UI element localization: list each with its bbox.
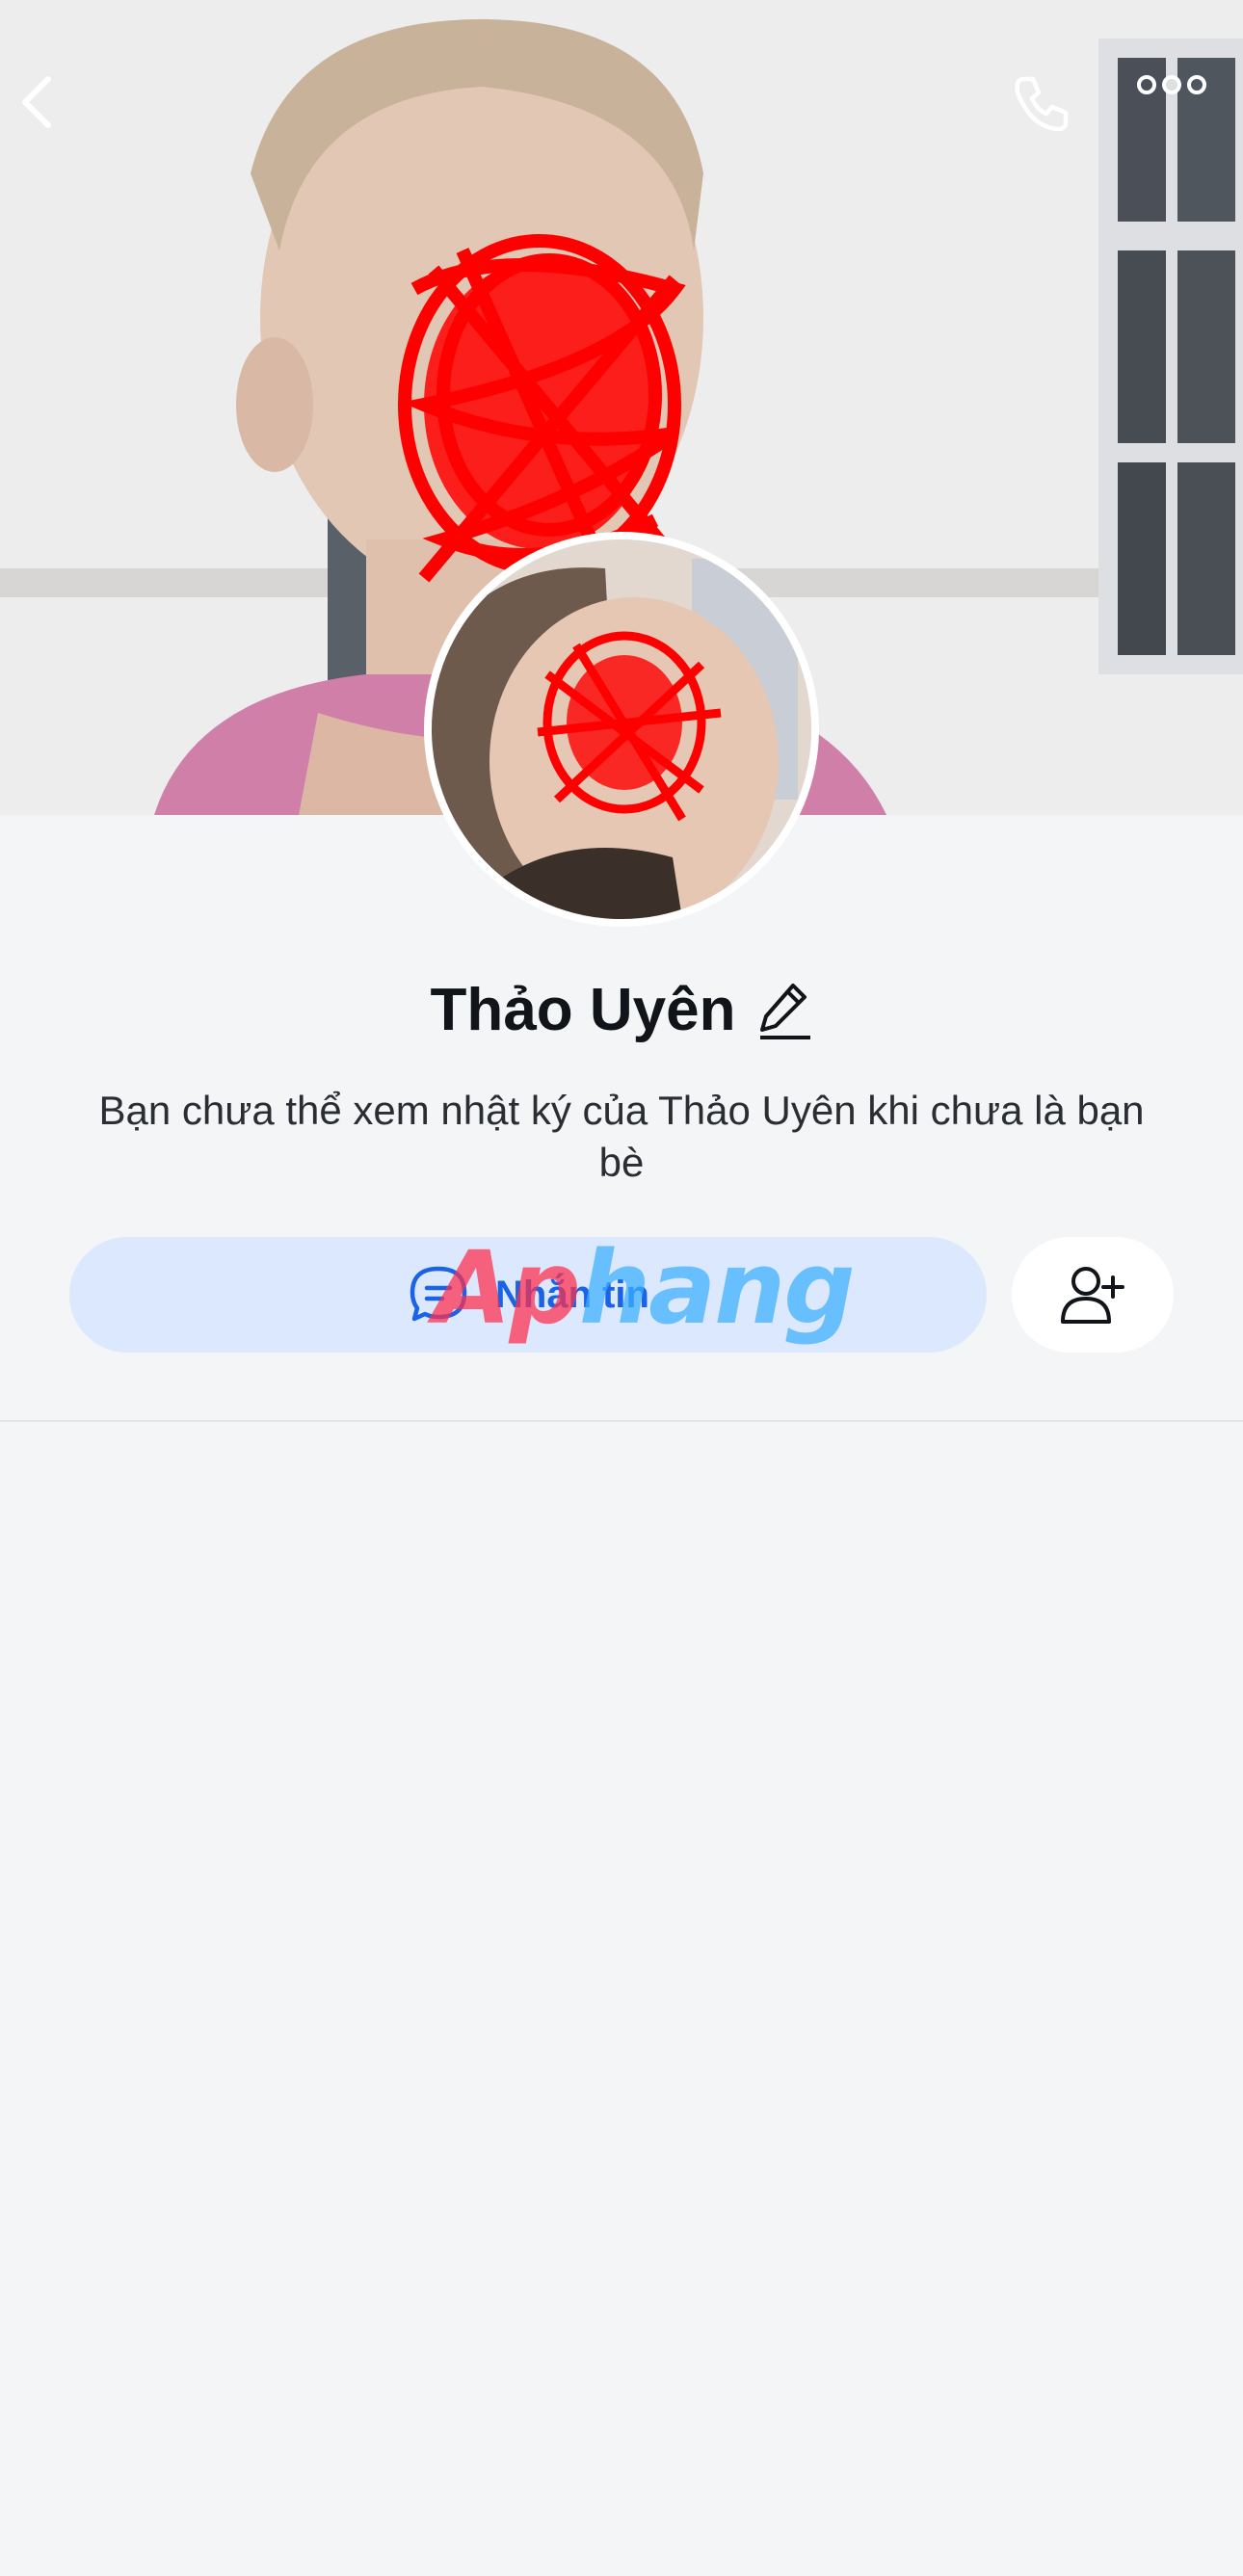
more-button[interactable]: [1137, 73, 1224, 160]
friend-restriction-message: Bạn chưa thể xem nhật ký của Thảo Uyên k…: [98, 1088, 1145, 1185]
avatar-image: [432, 539, 811, 919]
add-friend-button[interactable]: [1012, 1237, 1174, 1353]
message-button-label: Nhắn tin: [495, 1273, 649, 1316]
profile-name: Thảo Uyên: [430, 976, 736, 1043]
pencil-icon[interactable]: [758, 980, 812, 1039]
chat-bubble-icon: [410, 1266, 467, 1322]
profile-header: Thảo Uyên: [0, 971, 1243, 1048]
chevron-left-icon: [22, 76, 51, 128]
message-button[interactable]: Nhắn tin: [69, 1237, 987, 1353]
avatar[interactable]: [424, 532, 819, 927]
add-user-icon: [1061, 1267, 1124, 1324]
more-dots-icon: [1137, 75, 1206, 94]
section-divider: [0, 1420, 1243, 1422]
call-button[interactable]: [1010, 73, 1097, 160]
back-button[interactable]: [17, 73, 104, 160]
phone-icon: [1015, 76, 1069, 132]
